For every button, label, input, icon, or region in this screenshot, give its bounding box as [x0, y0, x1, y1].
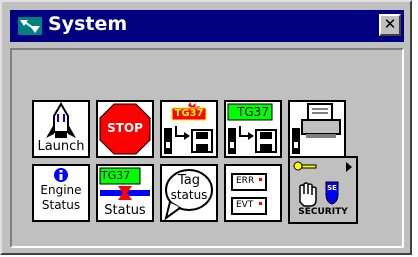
security-badge: SE [327, 184, 337, 192]
stop-label: STOP [107, 121, 143, 135]
engine-status-button[interactable]: Engine Status [32, 164, 90, 222]
system-window: System ✕ Launch STOP TG37 TG37 Engine St… [0, 0, 412, 255]
stop-button[interactable]: STOP [96, 100, 154, 158]
tag-status-button[interactable]: Tag status [160, 164, 218, 222]
printer-button[interactable] [288, 100, 346, 158]
launch-button[interactable]: Launch [32, 100, 90, 158]
evt-label: EVT [236, 200, 254, 210]
tg37-alarm-save-button[interactable]: TG37 [160, 100, 218, 158]
tg37-status-label: Status [104, 203, 146, 218]
launch-label: Launch [37, 139, 85, 154]
close-button[interactable]: ✕ [379, 14, 401, 36]
tag-label: Tag [177, 173, 200, 188]
tg37-badge: TG37 [237, 105, 269, 119]
tg37-status-badge: TG37 [101, 169, 131, 182]
security-label: SECURITY [298, 207, 348, 217]
tag-status-label: status [170, 188, 208, 202]
window-title: System [48, 13, 128, 35]
err-label: ERR [236, 176, 255, 186]
app-icon [18, 17, 42, 35]
tg37-save-button[interactable]: TG37 [224, 100, 282, 158]
title-bar[interactable]: System ✕ [10, 10, 404, 42]
toolbar-panel: Launch STOP TG37 TG37 Engine Status TG37… [10, 48, 404, 248]
tg37-status-button[interactable]: TG37 Status [96, 164, 154, 222]
tg37-alarm-badge: TG37 [174, 108, 204, 119]
printer-icon [292, 103, 341, 154]
status-label: Status [41, 198, 81, 212]
engine-label: Engine [40, 183, 82, 197]
err-evt-log-button[interactable]: ERR EVT [224, 164, 282, 222]
log-icon [231, 173, 267, 215]
security-button[interactable]: SE SECURITY [288, 156, 358, 224]
